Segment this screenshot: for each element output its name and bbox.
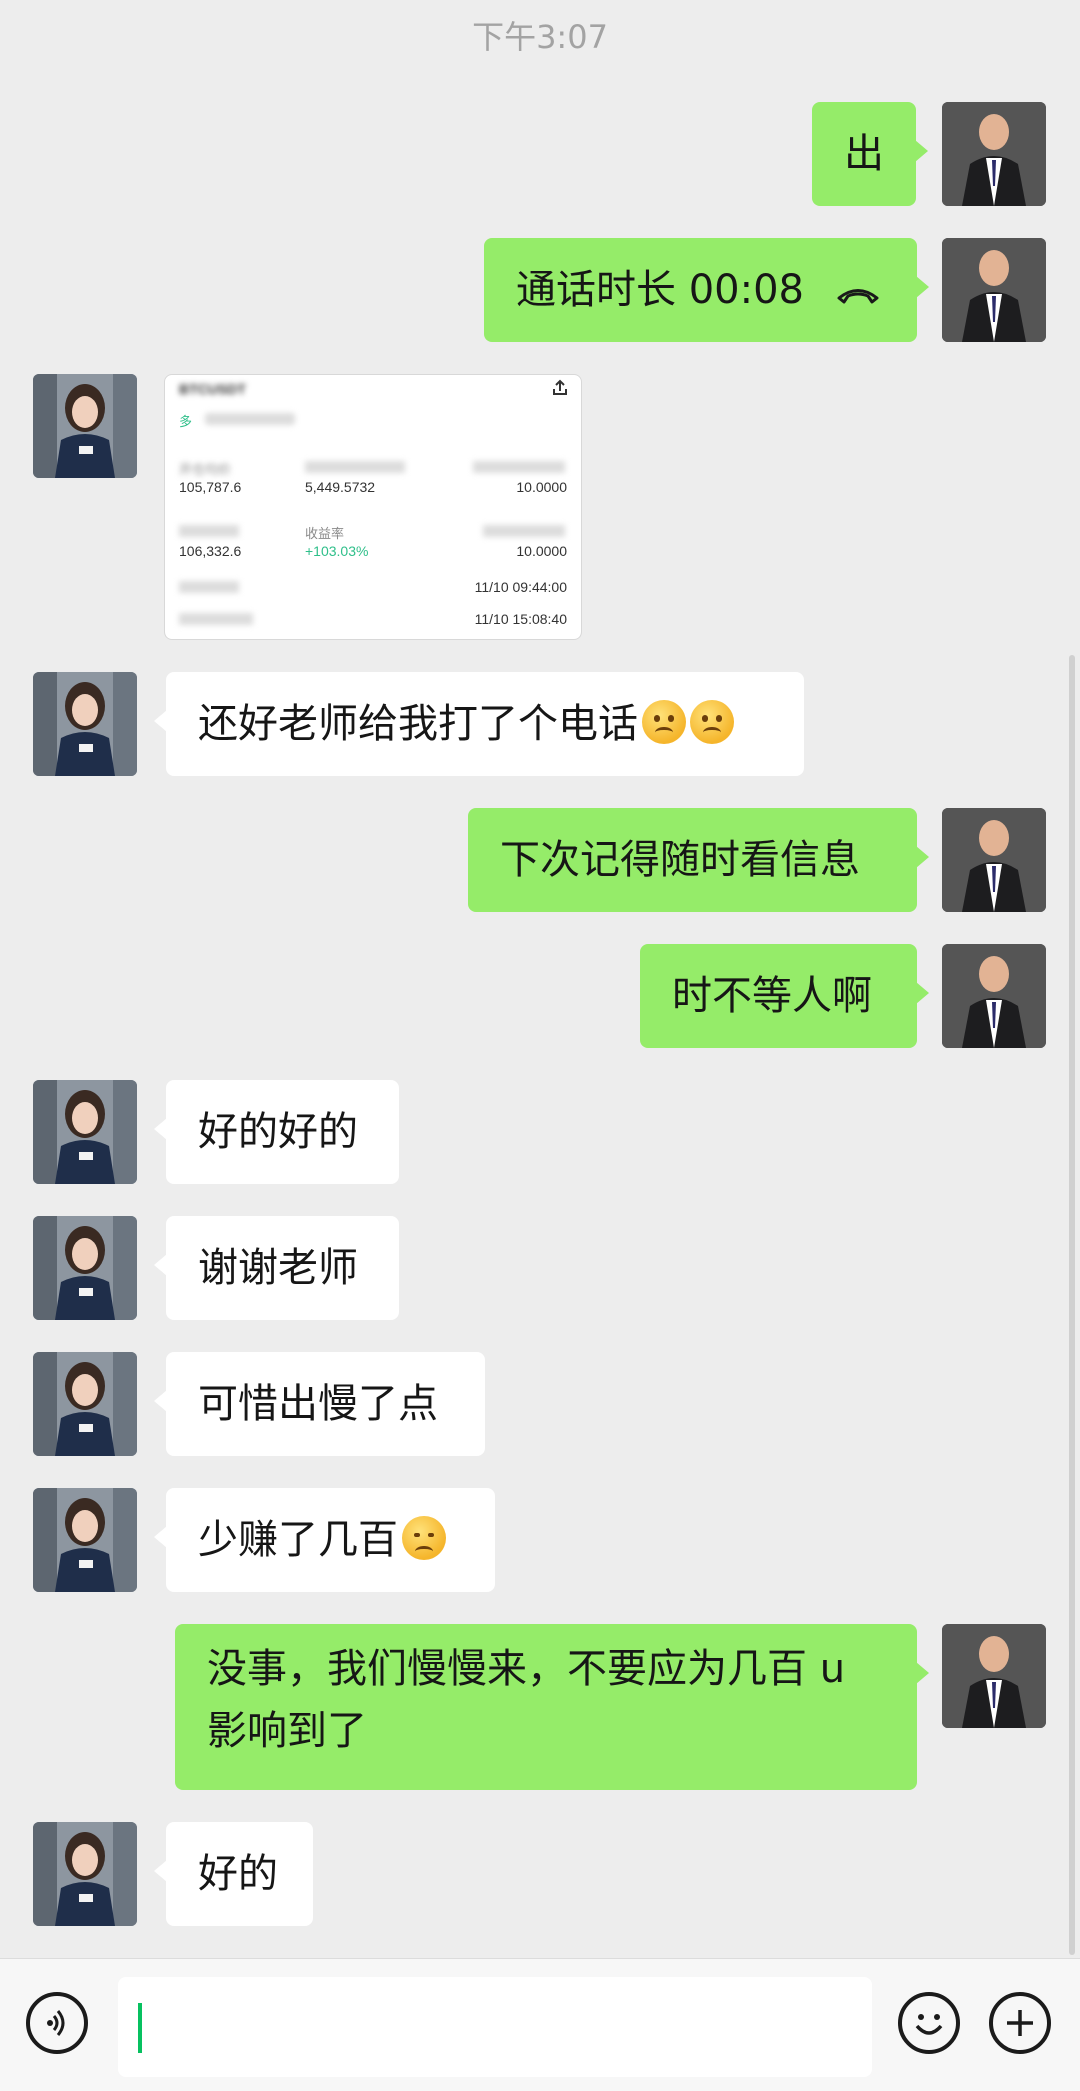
message-text: 没事，我们慢慢来，不要应为几百 u 影响到了 (207, 1646, 846, 1754)
sad-face-icon (402, 1516, 446, 1560)
contact-avatar[interactable] (33, 1080, 137, 1184)
redacted-block (473, 461, 565, 473)
timestamp: 下午3:07 (472, 18, 608, 56)
message-bubble[interactable]: 少赚了几百 (154, 1488, 495, 1592)
redacted-block (179, 581, 239, 593)
contact-avatar[interactable] (33, 1822, 137, 1926)
voice-input-button[interactable] (26, 1992, 88, 2054)
woman-portrait (33, 1080, 137, 1184)
call-hangup-icon (837, 289, 879, 304)
call-duration-text: 通话时长 00:08 (516, 267, 804, 313)
contact-avatar[interactable] (33, 374, 137, 478)
message-text: 可惜出慢了点 (198, 1381, 438, 1427)
exit-price-value: 106,332.6 (179, 543, 242, 559)
quantity-value: 10.0000 (516, 479, 567, 495)
message-text: 好的 (198, 1851, 278, 1897)
redacted-block (179, 525, 239, 537)
redacted-block (179, 613, 253, 625)
contact-avatar[interactable] (33, 672, 137, 776)
face-with-tears-icon (642, 700, 686, 744)
man-in-suit-portrait (942, 944, 1046, 1048)
man-in-suit-portrait (942, 1624, 1046, 1728)
woman-portrait (33, 672, 137, 776)
man-in-suit-portrait (942, 238, 1046, 342)
my-avatar[interactable] (942, 944, 1046, 1048)
call-record-bubble[interactable]: 通话时长 00:08 (484, 238, 929, 342)
my-avatar[interactable] (942, 808, 1046, 912)
redacted-block (205, 413, 295, 425)
share-icon[interactable] (551, 379, 569, 397)
trade-record-card[interactable]: BTCUSDT 多 开仓均价 105,787.6 5,449.5732 10.0… (164, 374, 582, 640)
quantity-value: 10.0000 (516, 543, 567, 559)
message-text: 时不等人啊 (672, 973, 872, 1019)
message-text: 出 (844, 131, 884, 177)
my-avatar[interactable] (942, 238, 1046, 342)
message-bubble[interactable]: 出 (812, 102, 928, 206)
message-text: 还好老师给我打了个电话 (198, 701, 638, 747)
contact-avatar[interactable] (33, 1488, 137, 1592)
yield-rate-label: 收益率 (305, 526, 345, 541)
entry-price-value: 105,787.6 (179, 479, 242, 495)
message-text: 少赚了几百 (198, 1517, 398, 1563)
man-in-suit-portrait (942, 808, 1046, 912)
text-cursor (138, 2003, 142, 2053)
message-text: 谢谢老师 (198, 1245, 358, 1291)
voice-icon (47, 2010, 65, 2036)
my-avatar[interactable] (942, 1624, 1046, 1728)
contact-avatar[interactable] (33, 1352, 137, 1456)
face-with-tears-icon (690, 700, 734, 744)
entry-price-label: 开仓均价 (179, 462, 232, 477)
woman-portrait (33, 1216, 137, 1320)
message-bubble[interactable]: 谢谢老师 (154, 1216, 399, 1320)
message-input[interactable] (118, 1977, 872, 2077)
message-bubble[interactable]: 下次记得随时看信息 (468, 808, 929, 912)
contact-avatar[interactable] (33, 1216, 137, 1320)
message-bubble[interactable]: 好的 (154, 1822, 313, 1926)
message-bubble[interactable]: 时不等人啊 (640, 944, 929, 1048)
more-options-button[interactable] (989, 1992, 1051, 2054)
message-bubble[interactable]: 还好老师给我打了个电话 (154, 672, 804, 776)
woman-portrait (33, 374, 137, 478)
redacted-block (483, 525, 565, 537)
trading-pair: BTCUSDT (179, 381, 246, 397)
message-text: 下次记得随时看信息 (500, 837, 860, 883)
woman-portrait (33, 1822, 137, 1926)
close-time-value: 11/10 15:08:40 (474, 611, 567, 627)
my-avatar[interactable] (942, 102, 1046, 206)
smiley-icon (915, 2014, 943, 2035)
position-direction: 多 (179, 414, 193, 429)
man-in-suit-portrait (942, 102, 1046, 206)
message-bubble[interactable]: 好的好的 (154, 1080, 399, 1184)
plus-icon (1007, 2010, 1033, 2036)
message-bubble[interactable]: 可惜出慢了点 (154, 1352, 485, 1456)
message-bubble[interactable]: 没事，我们慢慢来，不要应为几百 u 影响到了 (175, 1624, 929, 1790)
woman-portrait (33, 1352, 137, 1456)
emoji-button[interactable] (898, 1992, 960, 2054)
chat-input-bar (0, 1958, 1080, 2091)
message-text: 好的好的 (198, 1109, 358, 1155)
woman-portrait (33, 1488, 137, 1592)
redacted-block (305, 461, 405, 473)
open-time-value: 11/10 09:44:00 (474, 579, 567, 595)
scrollbar[interactable] (1069, 655, 1075, 1955)
profit-value: 5,449.5732 (305, 479, 376, 495)
yield-rate-value: +103.03% (305, 543, 369, 559)
